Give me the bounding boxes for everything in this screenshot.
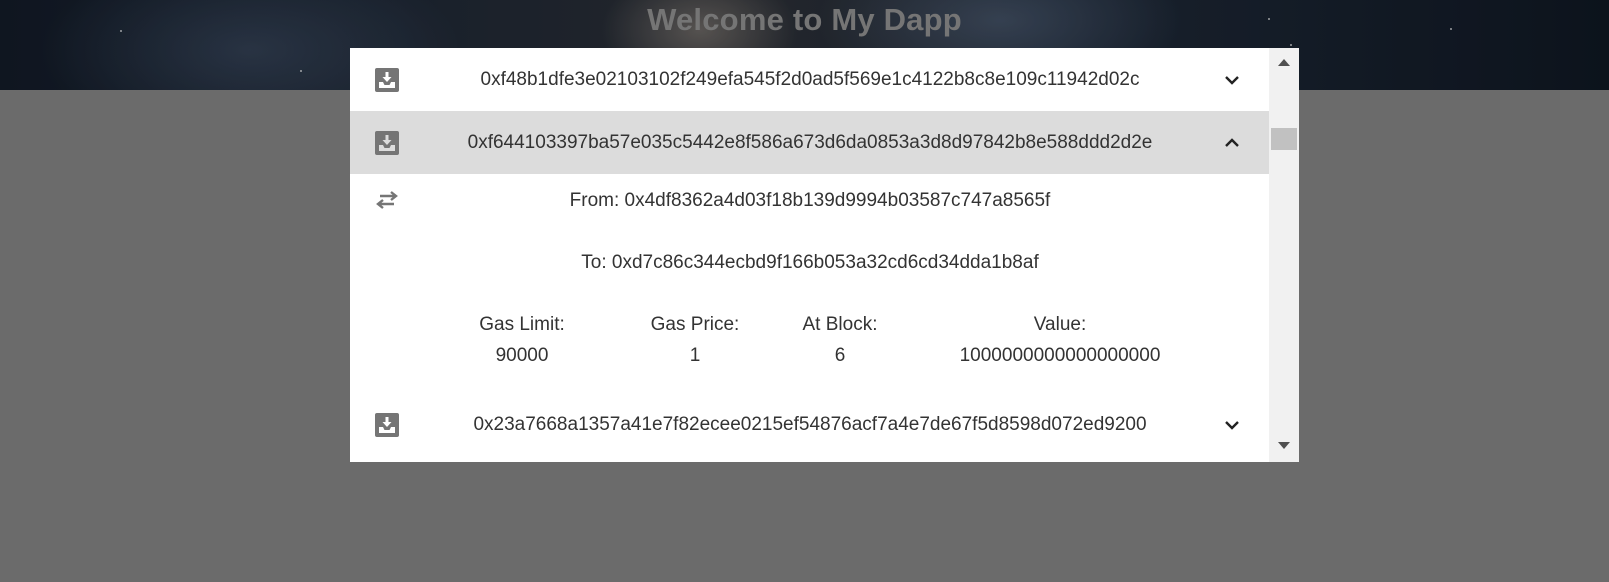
at-block-label: At Block: [802, 314, 878, 335]
gas-price-value: 1 [689, 345, 701, 366]
value-stat: Value: 1000000000000000000 [930, 314, 1190, 367]
inbox-download-icon [375, 67, 399, 92]
chevron-down-icon[interactable] [1223, 416, 1241, 434]
transaction-row[interactable]: 0x23a7668a1357a41e7f82ecee0215ef54876acf… [350, 393, 1269, 456]
gas-price-stat: Gas Price: 1 [635, 314, 755, 367]
transactions-dialog: 0xf48b1dfe3e02103102f249efa545f2d0ad5f56… [350, 48, 1299, 462]
gas-price-label: Gas Price: [650, 314, 740, 335]
value-value: 1000000000000000000 [959, 345, 1161, 366]
transaction-to: To: 0xd7c86c344ecbd9f166b053a32cd6cd34dd… [581, 252, 1039, 273]
gas-limit-label: Gas Limit: [479, 314, 565, 335]
inbox-download-icon [375, 412, 399, 437]
transaction-list: 0xf48b1dfe3e02103102f249efa545f2d0ad5f56… [350, 48, 1269, 462]
transaction-row-expanded[interactable]: 0xf644103397ba57e035c5442e8f586a673d6da0… [350, 111, 1269, 174]
chevron-down-icon[interactable] [1223, 71, 1241, 89]
transaction-row[interactable]: 0xf48b1dfe3e02103102f249efa545f2d0ad5f56… [350, 48, 1269, 111]
at-block-stat: At Block: 6 [780, 314, 900, 367]
scroll-down-arrow-icon[interactable] [1276, 440, 1292, 452]
scrollbar-thumb[interactable] [1271, 128, 1297, 150]
chevron-up-icon[interactable] [1223, 134, 1241, 152]
value-label: Value: [1033, 314, 1087, 335]
at-block-value: 6 [834, 345, 846, 366]
swap-arrows-icon [376, 191, 398, 209]
transaction-hash: 0xf48b1dfe3e02103102f249efa545f2d0ad5f56… [480, 68, 1140, 90]
transaction-hash: 0xf644103397ba57e035c5442e8f586a673d6da0… [467, 131, 1153, 153]
gas-limit-value: 90000 [495, 345, 549, 366]
gas-limit-stat: Gas Limit: 90000 [462, 314, 582, 367]
inbox-download-icon [375, 130, 399, 155]
vertical-scrollbar[interactable] [1269, 48, 1299, 462]
scroll-up-arrow-icon[interactable] [1276, 56, 1292, 68]
transaction-hash: 0x23a7668a1357a41e7f82ecee0215ef54876acf… [473, 413, 1147, 435]
transaction-from: From: 0x4df8362a4d03f18b139d9994b03587c7… [569, 190, 1051, 211]
